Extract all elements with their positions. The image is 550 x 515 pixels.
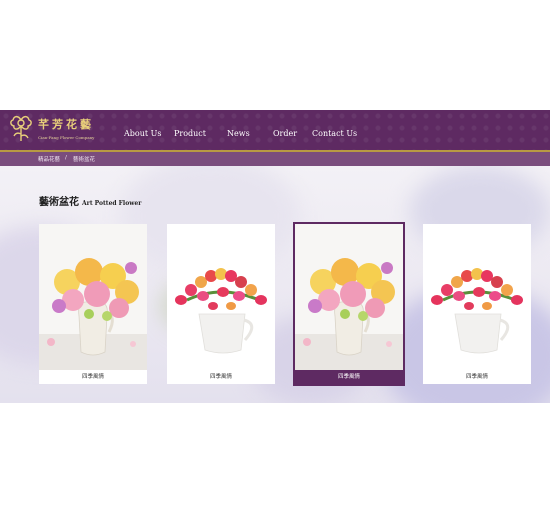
site-header: 芊芳花藝 Cian-Fang Flower Company About Us P… (0, 110, 550, 152)
rose-bouquet-vase-image (295, 224, 403, 370)
nav-about-us[interactable]: About Us (124, 129, 161, 138)
product-card-active[interactable]: 四季風情 (293, 222, 405, 386)
product-caption: 四季風情 (81, 374, 104, 380)
breadcrumb-item-current: 藝術盆花 (73, 157, 96, 163)
main-content: 藝術盆花 Art Potted Flower 四季風情 四季風情 四季風情 四季… (0, 166, 550, 403)
tulip-pitcher-image (423, 224, 531, 370)
page-title: 藝術盆花 Art Potted Flower (39, 193, 141, 208)
product-card[interactable]: 四季風情 (39, 224, 147, 384)
nav-news[interactable]: News (227, 129, 250, 138)
breadcrumb-item-fine-floral[interactable]: 精品花藝 (38, 155, 60, 163)
breadcrumb-separator: / (65, 155, 67, 161)
page-title-en: Art Potted Flower (82, 200, 142, 207)
brand-name-cn: 芊芳花藝 (38, 118, 94, 131)
brand-name-en: Cian-Fang Flower Company (38, 135, 95, 140)
nav-product[interactable]: Product (174, 129, 206, 138)
rose-bouquet-vase-image (39, 224, 147, 370)
breadcrumb: 精品花藝 / 藝術盆花 (0, 152, 550, 166)
tulip-pitcher-image (167, 224, 275, 370)
product-caption: 四季風情 (209, 374, 232, 380)
product-caption: 四季風情 (295, 370, 403, 384)
nav-order[interactable]: Order (273, 129, 297, 138)
brand-name[interactable]: 芊芳花藝 Cian-Fang Flower Company (38, 116, 94, 140)
flower-logo-icon[interactable] (8, 114, 34, 144)
nav-contact-us[interactable]: Contact Us (312, 129, 357, 138)
product-card[interactable]: 四季風情 (423, 224, 531, 384)
product-caption: 四季風情 (465, 374, 488, 380)
product-card[interactable]: 四季風情 (167, 224, 275, 384)
page-title-cn: 藝術盆花 (39, 197, 79, 208)
